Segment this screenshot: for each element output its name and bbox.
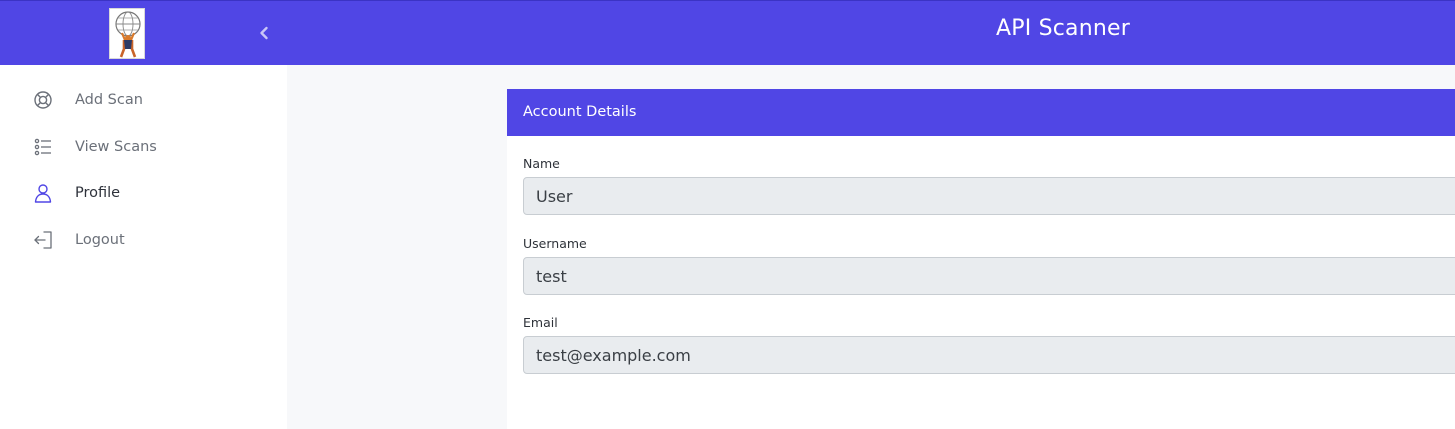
username-label: Username	[523, 236, 587, 251]
list-icon	[31, 135, 55, 159]
name-label: Name	[523, 156, 560, 171]
top-navbar: API Scanner	[0, 0, 1455, 65]
sidebar-item-label: View Scans	[75, 139, 157, 155]
sidebar-item-view-scans[interactable]: View Scans	[0, 127, 287, 167]
account-details-card: Account Details Name Username Email	[507, 89, 1455, 429]
lifebuoy-icon	[31, 88, 55, 112]
atlas-globe-logo[interactable]	[109, 8, 145, 59]
username-field[interactable]	[523, 257, 1455, 295]
sidebar-item-label: Logout	[75, 232, 125, 248]
sidebar-collapse-button[interactable]	[252, 21, 276, 45]
sidebar: Add Scan View Scans Profile Logout	[0, 65, 287, 429]
card-header: Account Details	[507, 89, 1455, 136]
chevron-left-icon	[260, 26, 268, 40]
sidebar-item-profile[interactable]: Profile	[0, 173, 287, 213]
name-field[interactable]	[523, 177, 1455, 215]
app-title: API Scanner	[995, 16, 1130, 41]
sidebar-item-label: Add Scan	[75, 92, 143, 108]
sidebar-item-logout[interactable]: Logout	[0, 220, 287, 260]
email-label: Email	[523, 315, 558, 330]
logout-icon	[31, 228, 55, 252]
sidebar-item-add-scan[interactable]: Add Scan	[0, 80, 287, 120]
sidebar-item-label: Profile	[75, 185, 121, 201]
user-icon	[31, 181, 55, 205]
email-field[interactable]	[523, 336, 1455, 374]
